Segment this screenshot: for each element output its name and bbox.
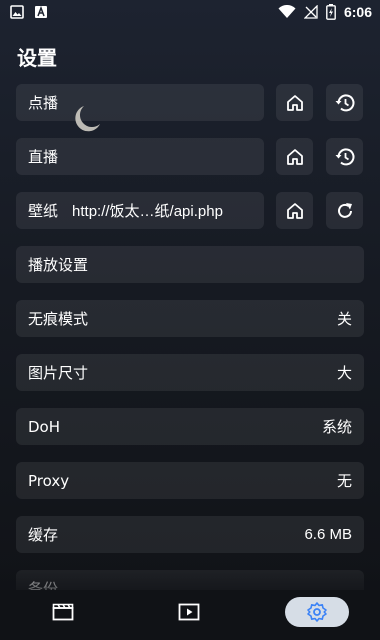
home-icon — [285, 201, 305, 221]
no-signal-icon — [303, 5, 318, 19]
vod-label: 点播 — [28, 94, 59, 112]
wallpaper-label: 壁纸 — [28, 202, 59, 220]
cache-value: 6.6 MB — [304, 526, 352, 543]
incognito-row[interactable]: 无痕模式 关 — [16, 300, 364, 337]
status-bar: 6:06 — [0, 0, 380, 24]
vod-row[interactable]: 点播 — [16, 84, 264, 121]
refresh-icon — [335, 201, 355, 221]
cache-row[interactable]: 缓存 6.6 MB — [16, 516, 364, 553]
wifi-icon — [278, 5, 296, 19]
image-icon — [10, 5, 24, 19]
status-time: 6:06 — [343, 4, 372, 20]
live-home-button[interactable] — [276, 138, 313, 175]
font-icon — [34, 5, 48, 19]
doh-label: DoH — [28, 417, 61, 436]
home-icon — [285, 93, 305, 113]
history-icon — [334, 92, 356, 114]
incognito-value: 关 — [336, 311, 352, 328]
doh-row[interactable]: DoH 系统 — [16, 408, 364, 445]
vod-home-button[interactable] — [276, 84, 313, 121]
nav-live-button[interactable] — [157, 597, 221, 627]
history-icon — [334, 146, 356, 168]
wallpaper-home-button[interactable] — [276, 192, 313, 229]
live-row[interactable]: 直播 — [16, 138, 264, 175]
moon-icon — [64, 102, 104, 140]
live-history-button[interactable] — [326, 138, 363, 175]
film-icon — [52, 603, 74, 621]
nav-settings-button[interactable] — [285, 597, 349, 627]
image-size-value: 大 — [336, 365, 352, 382]
cache-label: 缓存 — [28, 526, 59, 544]
vod-history-button[interactable] — [326, 84, 363, 121]
wallpaper-refresh-button[interactable] — [326, 192, 363, 229]
image-size-label: 图片尺寸 — [28, 364, 89, 382]
proxy-value: 无 — [336, 473, 352, 490]
battery-charging-icon — [326, 4, 336, 20]
wallpaper-row[interactable]: 壁纸 http://饭太…纸/api.php — [16, 192, 264, 229]
nav-vod-button[interactable] — [31, 597, 95, 627]
image-size-row[interactable]: 图片尺寸 大 — [16, 354, 364, 391]
proxy-label: Proxy — [28, 471, 70, 490]
home-icon — [285, 147, 305, 167]
page-title: 设置 — [17, 46, 57, 70]
doh-value: 系统 — [321, 419, 352, 436]
incognito-label: 无痕模式 — [28, 310, 89, 328]
settings-icon — [306, 601, 328, 623]
playback-settings-row[interactable]: 播放设置 — [16, 246, 364, 283]
wallpaper-url: http://饭太…纸/api.php — [72, 203, 223, 220]
play-icon — [178, 603, 200, 621]
live-label: 直播 — [28, 148, 59, 166]
proxy-row[interactable]: Proxy 无 — [16, 462, 364, 499]
playback-settings-label: 播放设置 — [28, 256, 89, 274]
bottom-nav — [0, 590, 380, 640]
